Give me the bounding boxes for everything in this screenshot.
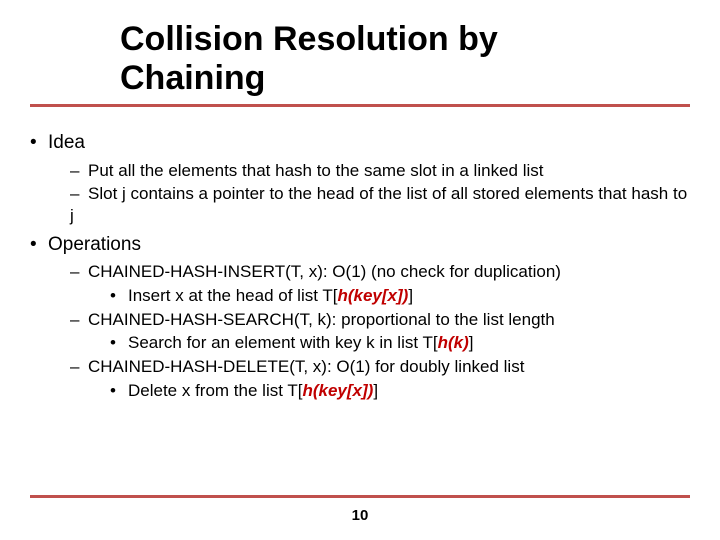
op-line: CHAINED-HASH-DELETE(T, x): O(1) for doub… (88, 357, 524, 376)
page-number: 10 (0, 507, 720, 524)
dash-icon: – (70, 309, 88, 331)
dash-icon: – (70, 356, 88, 378)
title-line-1: Collision Resolution by (120, 20, 498, 58)
slide-body: •Idea –Put all the elements that hash to… (0, 107, 720, 401)
dot-icon: • (110, 332, 128, 354)
section-idea: •Idea (30, 131, 690, 155)
op-sub-item: •Search for an element with key k in lis… (110, 332, 690, 354)
op-item: –CHAINED-HASH-INSERT(T, x): O(1) (no che… (70, 261, 690, 283)
op-sub-item: •Delete x from the list T[h(key[x])] (110, 380, 690, 402)
op-sub-pre: Delete x from the list T[ (128, 381, 302, 400)
slide-title: Collision Resolution by Chaining (120, 20, 720, 98)
idea-item: –Slot j contains a pointer to the head o… (70, 183, 690, 227)
slide: Collision Resolution by Chaining •Idea –… (0, 0, 720, 540)
footer-rule (30, 495, 690, 498)
op-sub-post: ] (408, 286, 413, 305)
op-sub-pre: Search for an element with key k in list… (128, 333, 438, 352)
dash-icon: – (70, 183, 88, 205)
bullet-icon: • (30, 233, 48, 257)
op-sub-pre: Insert x at the head of list T[ (128, 286, 337, 305)
idea-item-text: Put all the elements that hash to the sa… (88, 161, 543, 180)
idea-item: –Put all the elements that hash to the s… (70, 160, 690, 182)
bullet-icon: • (30, 131, 48, 155)
op-sub-key: h(key[x]) (337, 286, 408, 305)
section-operations: •Operations (30, 233, 690, 257)
op-line: CHAINED-HASH-SEARCH(T, k): proportional … (88, 310, 555, 329)
op-sub-key: h(key[x]) (302, 381, 373, 400)
dot-icon: • (110, 380, 128, 402)
op-sub-item: •Insert x at the head of list T[h(key[x]… (110, 285, 690, 307)
title-block: Collision Resolution by Chaining (0, 0, 720, 98)
op-sub-post: ] (373, 381, 378, 400)
op-sub-key: h(k) (438, 333, 469, 352)
op-sub-post: ] (469, 333, 474, 352)
op-line: CHAINED-HASH-INSERT(T, x): O(1) (no chec… (88, 262, 561, 281)
dash-icon: – (70, 160, 88, 182)
op-item: –CHAINED-HASH-SEARCH(T, k): proportional… (70, 309, 690, 331)
idea-item-text: Slot j contains a pointer to the head of… (70, 184, 687, 225)
title-line-2: Chaining (120, 59, 265, 97)
section-operations-heading: Operations (48, 234, 141, 255)
dash-icon: – (70, 261, 88, 283)
dot-icon: • (110, 285, 128, 307)
op-item: –CHAINED-HASH-DELETE(T, x): O(1) for dou… (70, 356, 690, 378)
section-idea-heading: Idea (48, 132, 85, 153)
